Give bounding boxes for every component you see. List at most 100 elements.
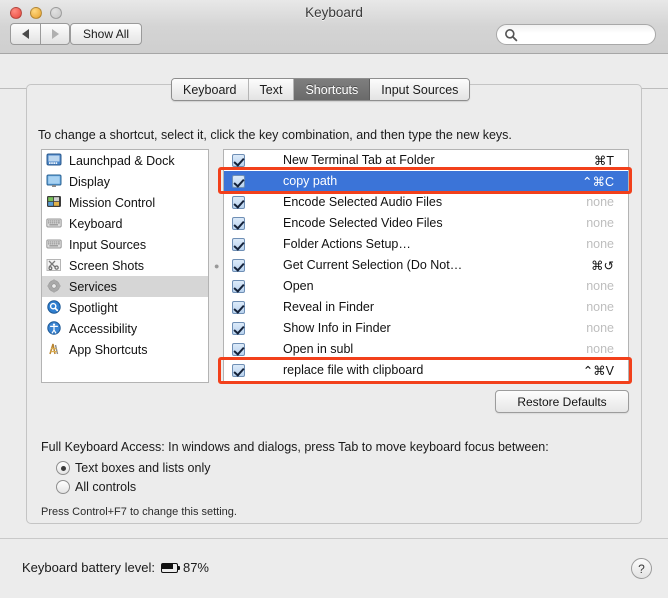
sidebar-item-spotlight-label: Spotlight <box>69 300 118 315</box>
tab-keyboard-label: Keyboard <box>183 82 237 97</box>
shortcut-name: copy path <box>283 174 338 188</box>
tab-keyboard[interactable]: Keyboard <box>172 79 249 100</box>
row-checkbox[interactable] <box>232 237 245 251</box>
navigation-buttons <box>10 23 70 45</box>
row-checkbox[interactable] <box>232 174 245 188</box>
app-shortcuts-icon <box>46 342 63 357</box>
gear-icon <box>46 279 63 294</box>
shortcut-name: Get Current Selection (Do Not… <box>283 258 463 272</box>
sidebar-item-app-shortcuts-label: App Shortcuts <box>69 342 148 357</box>
restore-defaults-label: Restore Defaults <box>517 394 607 409</box>
shortcut-key[interactable]: ⌘↺ <box>591 258 614 273</box>
shortcut-items-list[interactable]: New Terminal Tab at Folder ⌘T copy path … <box>223 149 629 383</box>
sidebar-item-services-label: Services <box>69 279 117 294</box>
table-row[interactable]: Encode Selected Audio Files none <box>224 192 628 213</box>
table-row[interactable]: Show Info in Finder none <box>224 318 628 339</box>
sidebar-item-app-shortcuts[interactable]: App Shortcuts <box>42 339 208 360</box>
shortcut-category-list[interactable]: Launchpad & Dock Display Mission Control <box>41 149 209 383</box>
sidebar-item-spotlight[interactable]: Spotlight <box>42 297 208 318</box>
tab-text-label: Text <box>259 82 283 97</box>
shortcut-key[interactable]: none <box>586 216 614 230</box>
table-row[interactable]: Open in subl none <box>224 339 628 360</box>
radio-all-controls-label: All controls <box>75 480 137 494</box>
radio-button-icon[interactable] <box>56 480 70 494</box>
shortcut-key[interactable]: none <box>586 195 614 209</box>
sidebar-item-launchpad-dock[interactable]: Launchpad & Dock <box>42 150 208 171</box>
row-checkbox[interactable] <box>232 195 245 209</box>
radio-all-controls[interactable]: All controls <box>56 480 136 494</box>
sidebar-item-display[interactable]: Display <box>42 171 208 192</box>
back-arrow-icon <box>22 29 29 39</box>
shortcut-key[interactable]: none <box>586 279 614 293</box>
shortcut-key[interactable]: none <box>586 342 614 356</box>
tab-input-sources-label: Input Sources <box>381 82 459 97</box>
row-checkbox[interactable] <box>232 321 245 335</box>
sidebar-item-keyboard[interactable]: Keyboard <box>42 213 208 234</box>
keyboard-icon <box>46 216 63 231</box>
radio-text-boxes-and-lists-only[interactable]: Text boxes and lists only <box>56 461 211 475</box>
shortcut-key[interactable]: none <box>586 321 614 335</box>
shortcut-name: New Terminal Tab at Folder <box>283 153 435 167</box>
shortcut-key[interactable]: none <box>586 237 614 251</box>
window-title: Keyboard <box>305 5 363 20</box>
shortcut-key[interactable]: ⌘T <box>594 153 614 168</box>
search-field[interactable] <box>496 24 656 45</box>
shortcut-name: Reveal in Finder <box>283 300 375 314</box>
tab-text[interactable]: Text <box>248 79 295 100</box>
row-checkbox[interactable] <box>232 342 245 356</box>
help-button[interactable]: ? <box>631 558 652 579</box>
tab-shortcuts[interactable]: Shortcuts <box>294 79 371 100</box>
sidebar-item-screen-shots-label: Screen Shots <box>69 258 145 273</box>
sidebar-item-input-sources[interactable]: Input Sources <box>42 234 208 255</box>
row-checkbox[interactable] <box>232 216 245 230</box>
keyboard-battery-status: Keyboard battery level: 87% <box>22 560 209 575</box>
shortcut-key[interactable]: ⌃⌘C <box>582 174 614 189</box>
battery-label: Keyboard battery level: <box>22 560 155 575</box>
sidebar-item-mission-control[interactable]: Mission Control <box>42 192 208 213</box>
forward-arrow-icon <box>51 29 59 39</box>
table-row[interactable]: replace file with clipboard ⌃⌘V <box>224 360 628 381</box>
full-keyboard-access-label: Full Keyboard Access: In windows and dia… <box>41 440 549 454</box>
row-checkbox[interactable] <box>232 279 245 293</box>
sidebar-item-mission-control-label: Mission Control <box>69 195 156 210</box>
accessibility-icon <box>46 321 63 336</box>
row-checkbox[interactable] <box>232 153 245 167</box>
sidebar-item-input-sources-label: Input Sources <box>69 237 147 252</box>
sidebar-item-accessibility[interactable]: Accessibility <box>42 318 208 339</box>
forward-button[interactable] <box>40 23 70 45</box>
shortcut-key[interactable]: ⌃⌘V <box>583 363 614 378</box>
sidebar-item-services[interactable]: Services <box>42 276 208 297</box>
sidebar-item-launchpad-dock-label: Launchpad & Dock <box>69 153 175 168</box>
shortcut-name: Folder Actions Setup… <box>283 237 411 251</box>
row-checkbox[interactable] <box>232 363 245 377</box>
tab-shortcuts-label: Shortcuts <box>305 82 359 97</box>
sidebar-item-keyboard-label: Keyboard <box>69 216 123 231</box>
pane-splitter-grip[interactable]: ● <box>214 262 219 271</box>
table-row[interactable]: Open none <box>224 276 628 297</box>
shortcut-key[interactable]: none <box>586 300 614 314</box>
table-row[interactable]: Encode Selected Video Files none <box>224 213 628 234</box>
display-icon <box>46 174 63 189</box>
table-row[interactable]: Reveal in Finder none <box>224 297 628 318</box>
radio-button-icon[interactable] <box>56 461 70 475</box>
sidebar-item-screen-shots[interactable]: Screen Shots <box>42 255 208 276</box>
sidebar-item-display-label: Display <box>69 174 110 189</box>
shortcut-name: Open in subl <box>283 342 354 356</box>
spotlight-icon <box>46 300 63 315</box>
tab-input-sources[interactable]: Input Sources <box>370 79 470 100</box>
sidebar-item-accessibility-label: Accessibility <box>69 321 138 336</box>
back-button[interactable] <box>10 23 40 45</box>
table-row[interactable]: copy path ⌃⌘C <box>224 171 628 192</box>
search-input[interactable] <box>523 28 655 41</box>
table-row[interactable]: Folder Actions Setup… none <box>224 234 628 255</box>
table-row[interactable]: Get Current Selection (Do Not… ⌘↺ <box>224 255 628 276</box>
restore-defaults-button[interactable]: Restore Defaults <box>495 390 629 413</box>
shortcut-name: Open <box>283 279 314 293</box>
screenshots-icon <box>46 258 63 273</box>
show-all-button[interactable]: Show All <box>70 23 143 45</box>
row-checkbox[interactable] <box>232 300 245 314</box>
instruction-text: To change a shortcut, select it, click t… <box>38 128 512 142</box>
table-row[interactable]: New Terminal Tab at Folder ⌘T <box>224 150 628 171</box>
shortcut-name: Encode Selected Video Files <box>283 216 443 230</box>
row-checkbox[interactable] <box>232 258 245 272</box>
